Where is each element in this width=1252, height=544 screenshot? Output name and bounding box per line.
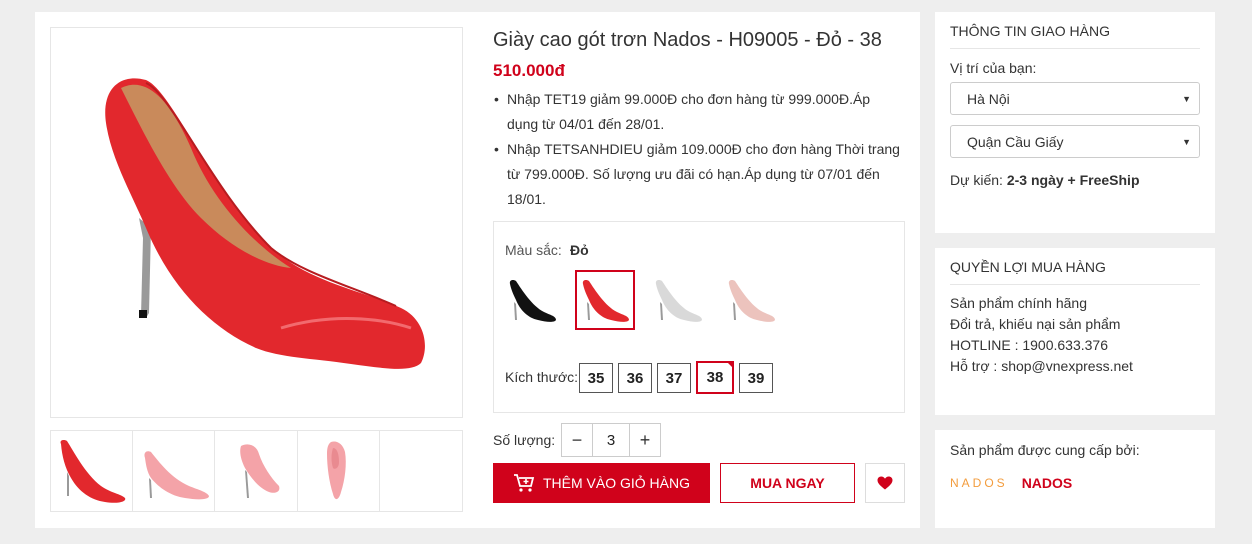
size-option-35[interactable]: 35 xyxy=(579,363,613,393)
thumbnail-3[interactable] xyxy=(215,431,298,511)
add-to-cart-button[interactable]: THÊM VÀO GIỎ HÀNG xyxy=(493,463,710,503)
thumb-pink-heel-back xyxy=(240,444,280,498)
supplier-label: Sản phẩm được cung cấp bởi: xyxy=(950,442,1140,458)
nude-heel-icon xyxy=(728,280,775,322)
silver-heel-icon xyxy=(655,280,702,322)
benefits-list: Sản phẩm chính hãng Đổi trả, khiếu nại s… xyxy=(950,293,1200,377)
color-swatch-nude[interactable] xyxy=(721,270,781,330)
purchase-actions: THÊM VÀO GIỎ HÀNG MUA NGAY xyxy=(493,463,905,503)
favorite-button[interactable] xyxy=(865,463,905,503)
thumbnail-2[interactable] xyxy=(133,431,216,511)
benefit-item: Sản phẩm chính hãng xyxy=(950,295,1087,311)
supplier-row: NADOS NADOS xyxy=(950,475,1200,491)
red-heel-icon xyxy=(582,280,629,322)
heart-icon xyxy=(877,476,893,490)
cart-icon xyxy=(513,474,535,492)
promo-item: Nhập TETSANHDIEU giảm 109.000Đ cho đơn h… xyxy=(493,137,905,212)
city-select[interactable]: Hà Nội ▼ xyxy=(950,82,1200,115)
main-product-image[interactable] xyxy=(50,27,463,418)
delivery-info-panel: THÔNG TIN GIAO HÀNG Vị trí của bạn: Hà N… xyxy=(935,12,1215,233)
benefit-item: Hỗ trợ : shop@vnexpress.net xyxy=(950,358,1133,374)
thumb-red-heel-side xyxy=(60,440,125,503)
thumb-pink-heel-top xyxy=(327,441,346,500)
color-label: Màu sắc: xyxy=(505,242,562,258)
benefit-item: HOTLINE : 1900.633.376 xyxy=(950,337,1108,353)
location-label: Vị trí của bạn: xyxy=(950,60,1037,76)
color-value: Đỏ xyxy=(570,242,589,258)
quantity-decrease-button[interactable]: − xyxy=(562,424,592,456)
product-panel: Giày cao gót trơn Nados - H09005 - Đỏ - … xyxy=(35,12,920,528)
promo-list: Nhập TET19 giảm 99.000Đ cho đơn hàng từ … xyxy=(493,87,905,212)
size-option-39[interactable]: 39 xyxy=(739,363,773,393)
promo-item: Nhập TET19 giảm 99.000Đ cho đơn hàng từ … xyxy=(493,87,905,137)
benefit-item: Đổi trả, khiếu nại sản phẩm xyxy=(950,316,1121,332)
eta-value: 2-3 ngày + FreeShip xyxy=(1006,172,1140,188)
quantity-label: Số lượng: xyxy=(493,432,556,448)
thumb-pink-heel-side xyxy=(144,451,209,500)
variant-selector: Màu sắc: Đỏ Kích thước: 35 36 37 38 39 xyxy=(493,221,905,413)
caret-down-icon: ▼ xyxy=(1182,93,1191,104)
red-heel-image xyxy=(51,28,462,417)
size-options: 35 36 37 38 39 xyxy=(579,361,773,394)
delivery-estimate: Dự kiến: 2-3 ngày + FreeShip xyxy=(950,172,1200,188)
eta-label: Dự kiến: xyxy=(950,172,1003,188)
size-label: Kích thước: xyxy=(505,369,579,385)
quantity-input[interactable]: 3 xyxy=(592,424,630,456)
color-swatch-silver[interactable] xyxy=(648,270,708,330)
add-to-cart-label: THÊM VÀO GIỎ HÀNG xyxy=(542,475,690,491)
supplier-name-link[interactable]: NADOS xyxy=(1022,475,1073,491)
product-title: Giày cao gót trơn Nados - H09005 - Đỏ - … xyxy=(493,29,882,51)
size-option-37[interactable]: 37 xyxy=(657,363,691,393)
supplier-panel: Sản phẩm được cung cấp bởi: NADOS NADOS xyxy=(935,430,1215,528)
delivery-title: THÔNG TIN GIAO HÀNG xyxy=(950,12,1200,49)
city-select-value: Hà Nội xyxy=(967,90,1010,107)
purchase-benefits-panel: QUYỀN LỢI MUA HÀNG Sản phẩm chính hãng Đ… xyxy=(935,248,1215,415)
thumbnail-1[interactable] xyxy=(51,431,134,511)
district-select-value: Quận Cầu Giấy xyxy=(967,133,1064,150)
thumbnail-empty xyxy=(380,431,462,511)
thumbnail-strip xyxy=(50,430,463,512)
product-info: Giày cao gót trơn Nados - H09005 - Đỏ - … xyxy=(493,27,905,503)
color-swatch-red[interactable] xyxy=(575,270,635,330)
thumbnail-4[interactable] xyxy=(298,431,380,511)
supplier-logo: NADOS xyxy=(950,476,1008,490)
color-swatches xyxy=(502,270,781,330)
caret-down-icon: ▼ xyxy=(1182,136,1191,147)
size-option-36[interactable]: 36 xyxy=(618,363,652,393)
quantity-row: Số lượng: − 3 + xyxy=(493,423,905,457)
color-swatch-black[interactable] xyxy=(502,270,562,330)
size-option-38[interactable]: 38 xyxy=(696,361,734,394)
quantity-stepper: − 3 + xyxy=(561,423,661,457)
district-select[interactable]: Quận Cầu Giấy ▼ xyxy=(950,125,1200,158)
quantity-increase-button[interactable]: + xyxy=(630,424,660,456)
product-price: 510.000đ xyxy=(493,61,565,80)
buy-now-button[interactable]: MUA NGAY xyxy=(720,463,855,503)
benefits-title: QUYỀN LỢI MUA HÀNG xyxy=(950,248,1200,285)
black-heel-icon xyxy=(509,280,556,322)
